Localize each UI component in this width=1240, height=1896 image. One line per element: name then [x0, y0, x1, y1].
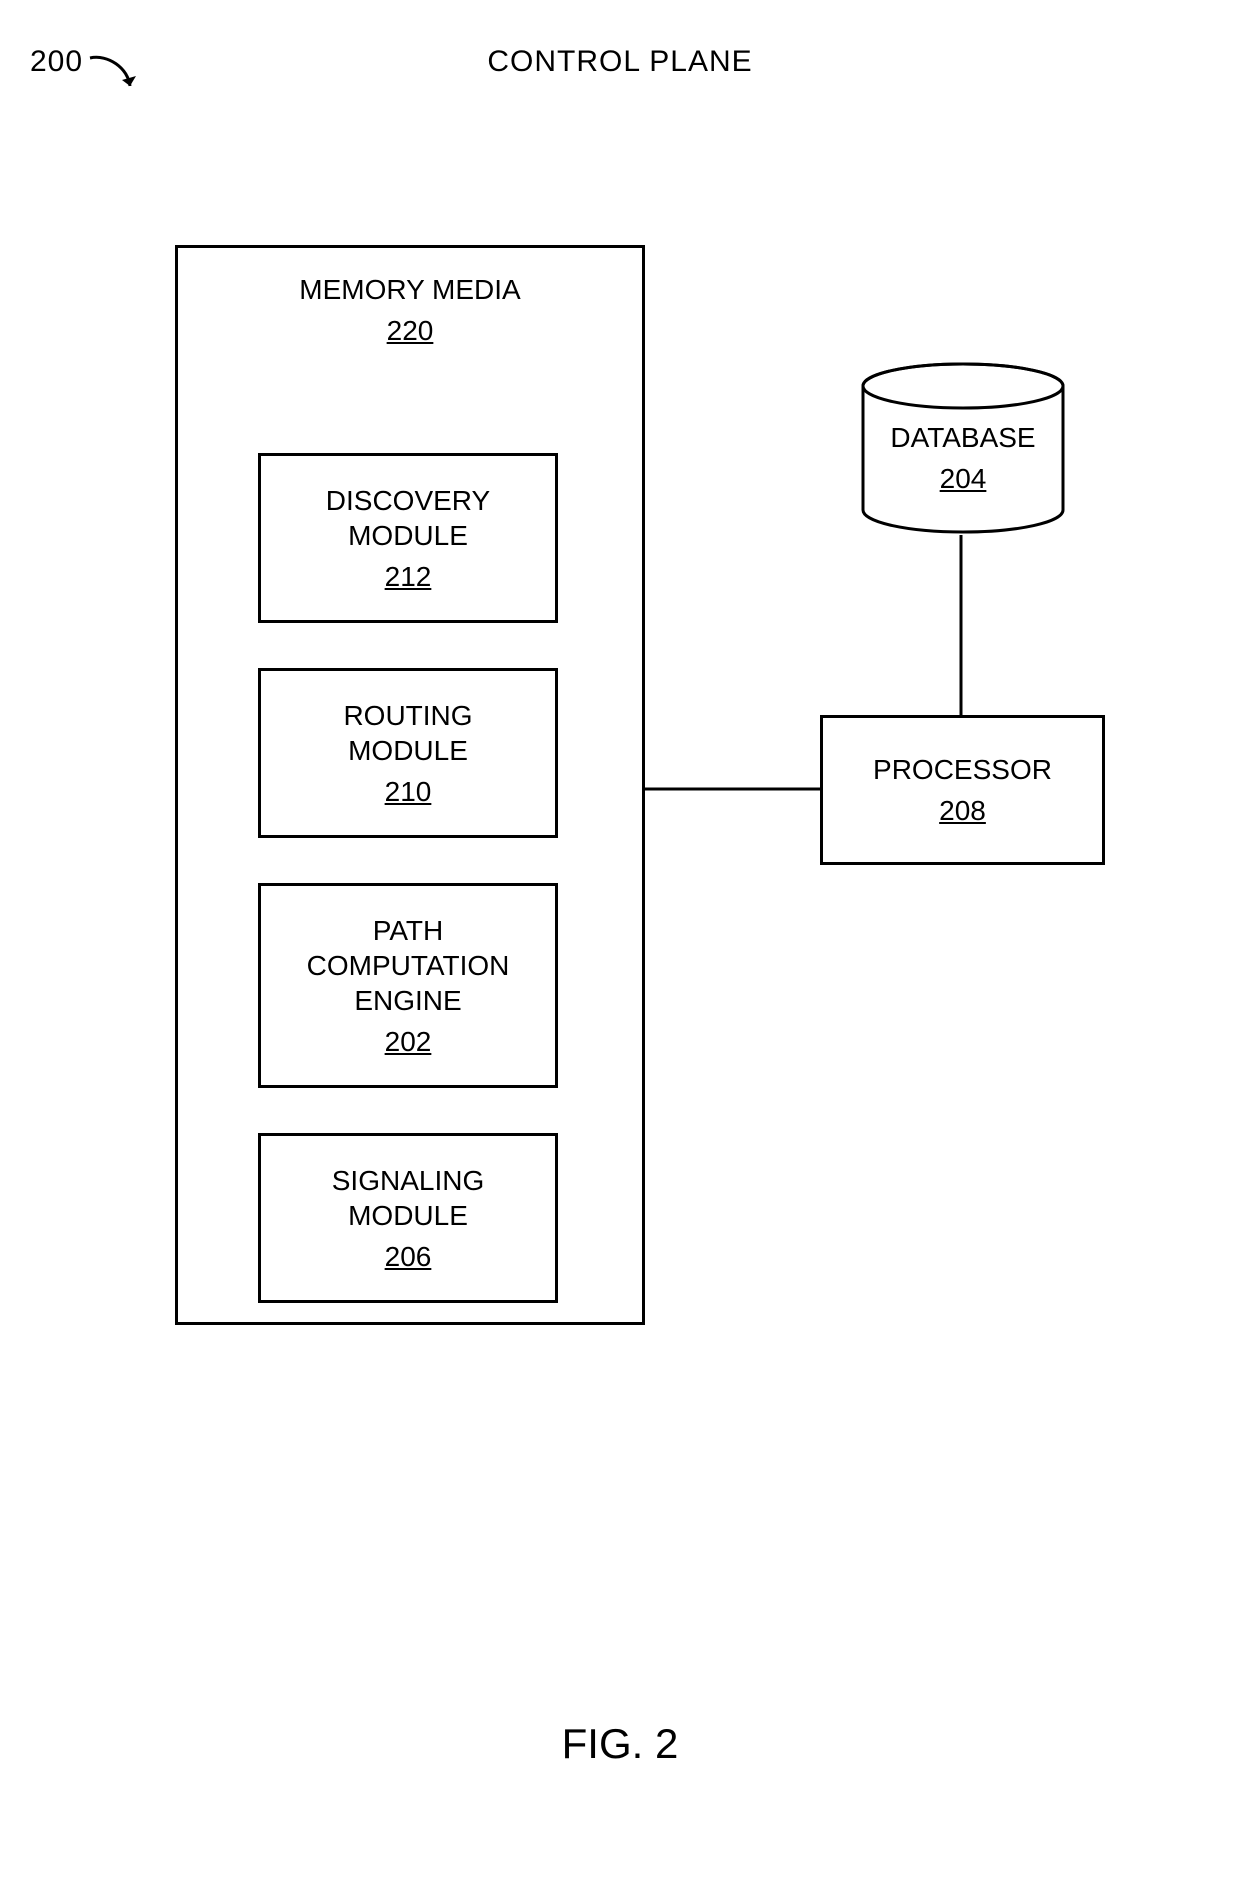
figure-caption: FIG. 2	[0, 1720, 1240, 1768]
discovery-module-ref: 212	[385, 559, 432, 594]
routing-module-ref: 210	[385, 774, 432, 809]
memory-media-ref: 220	[387, 313, 434, 348]
memory-media-box: MEMORY MEDIA 220 DISCOVERYMODULE 212 ROU…	[175, 245, 645, 1325]
database-label: DATABASE 204	[858, 420, 1068, 496]
diagram-title: CONTROL PLANE	[0, 45, 1240, 79]
routing-module-label: ROUTINGMODULE 210	[343, 698, 472, 809]
memory-media-title-text: MEMORY MEDIA	[299, 274, 520, 305]
signaling-module-ref: 206	[385, 1239, 432, 1274]
diagram-canvas: 200 CONTROL PLANE MEMORY MEDIA 220 DISCO…	[0, 0, 1240, 1896]
memory-media-label: MEMORY MEDIA 220	[178, 272, 642, 348]
connector-memory-to-processor	[645, 786, 820, 792]
signaling-module-label: SIGNALINGMODULE 206	[332, 1163, 484, 1274]
path-computation-engine-box: PATHCOMPUTATIONENGINE 202	[258, 883, 558, 1088]
processor-box: PROCESSOR 208	[820, 715, 1105, 865]
signaling-module-box: SIGNALINGMODULE 206	[258, 1133, 558, 1303]
discovery-module-label: DISCOVERYMODULE 212	[326, 483, 490, 594]
path-computation-engine-ref: 202	[385, 1024, 432, 1059]
database-ref: 204	[940, 461, 987, 496]
path-computation-engine-label: PATHCOMPUTATIONENGINE 202	[307, 913, 510, 1059]
connector-processor-to-database	[958, 535, 964, 715]
routing-module-box: ROUTINGMODULE 210	[258, 668, 558, 838]
processor-ref: 208	[939, 793, 986, 828]
discovery-module-box: DISCOVERYMODULE 212	[258, 453, 558, 623]
processor-label: PROCESSOR 208	[873, 752, 1052, 828]
